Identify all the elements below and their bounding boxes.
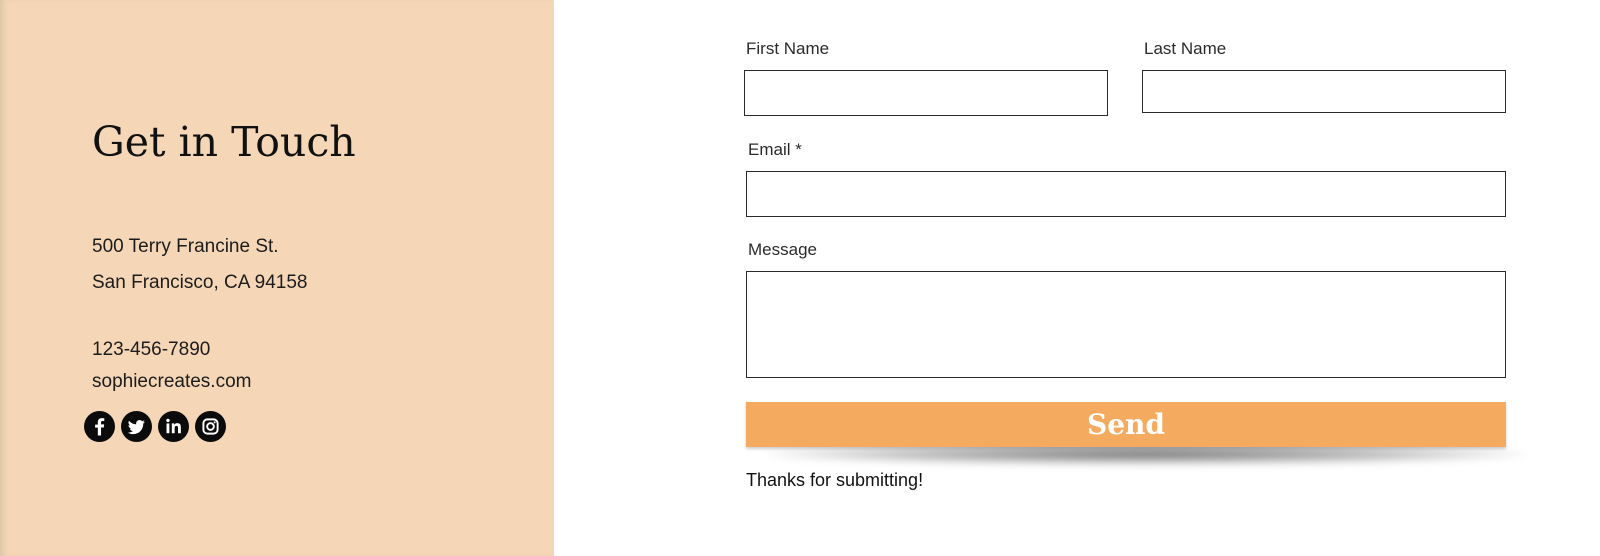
social-bar [84,411,226,442]
email-input[interactable] [746,171,1506,217]
contact-page: Get in Touch 500 Terry Francine St. San … [0,0,1600,556]
last-name-input[interactable] [1142,70,1506,113]
address-line-1: 500 Terry Francine St. [92,236,279,257]
send-button[interactable]: Send [746,402,1506,447]
message-label: Message [748,240,817,259]
last-name-label: Last Name [1144,39,1227,58]
instagram-icon[interactable] [195,411,226,442]
phone-number: 123-456-7890 [92,339,211,360]
contact-info-panel: Get in Touch 500 Terry Francine St. San … [0,0,554,556]
message-textarea[interactable] [746,271,1506,378]
twitter-icon[interactable] [121,411,152,442]
send-button-container: Send [746,402,1526,465]
page-title: Get in Touch [92,118,356,166]
email-label: Email * [748,140,802,159]
linkedin-icon[interactable] [158,411,189,442]
first-name-input[interactable] [744,70,1108,116]
facebook-icon[interactable] [84,411,115,442]
website-link[interactable]: sophiecreates.com [92,371,251,393]
address-line-2: San Francisco, CA 94158 [92,272,308,293]
first-name-label: First Name [746,39,830,58]
success-message: Thanks for submitting! [746,470,924,490]
